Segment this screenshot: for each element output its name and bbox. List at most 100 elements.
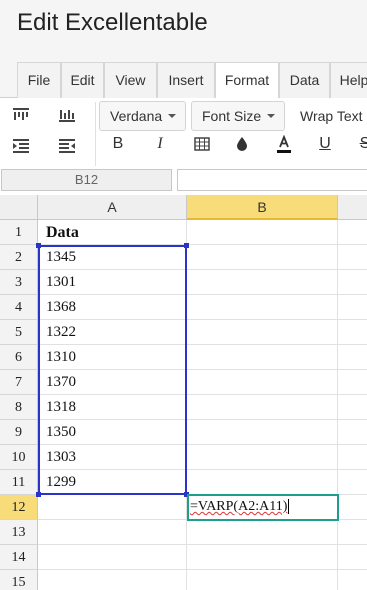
cell-c6[interactable] xyxy=(338,345,367,370)
font-size-dropdown[interactable]: Font Size xyxy=(191,101,285,131)
cell-a9[interactable]: 1350 xyxy=(38,420,187,445)
row-header[interactable]: 2 xyxy=(0,245,38,270)
range-handle-bottom-left[interactable] xyxy=(36,492,41,497)
row-header[interactable]: 9 xyxy=(0,420,38,445)
cell-c12[interactable] xyxy=(338,495,367,520)
cell-c2[interactable] xyxy=(338,245,367,270)
column-header-c[interactable] xyxy=(338,195,367,220)
row-header[interactable]: 7 xyxy=(0,370,38,395)
row-header[interactable]: 11 xyxy=(0,470,38,495)
tab-file[interactable]: File xyxy=(17,62,61,98)
tab-data[interactable]: Data xyxy=(279,62,330,98)
font-size-label: Font Size xyxy=(202,108,262,124)
formula-input[interactable] xyxy=(177,169,367,191)
cell-c1[interactable] xyxy=(338,220,367,245)
cell-a6[interactable]: 1310 xyxy=(38,345,187,370)
cell-b10[interactable] xyxy=(187,445,338,470)
cell-a14[interactable] xyxy=(38,545,187,570)
tab-view[interactable]: View xyxy=(104,62,157,98)
cell-b6[interactable] xyxy=(187,345,338,370)
row-header[interactable]: 10 xyxy=(0,445,38,470)
cell-a2[interactable]: 1345 xyxy=(38,245,187,270)
range-handle-top-right[interactable] xyxy=(184,243,189,248)
cell-b5[interactable] xyxy=(187,320,338,345)
cell-b1[interactable] xyxy=(187,220,338,245)
cell-b13[interactable] xyxy=(187,520,338,545)
cell-reference-box[interactable]: B12 xyxy=(1,169,172,191)
cell-b4[interactable] xyxy=(187,295,338,320)
row-header[interactable]: 6 xyxy=(0,345,38,370)
tab-insert[interactable]: Insert xyxy=(157,62,215,98)
cell-b7[interactable] xyxy=(187,370,338,395)
underline-button[interactable]: U xyxy=(313,132,337,156)
cell-b9[interactable] xyxy=(187,420,338,445)
cell-b2[interactable] xyxy=(187,245,338,270)
text-color-icon[interactable] xyxy=(270,130,298,158)
cell-a3[interactable]: 1301 xyxy=(38,270,187,295)
row-header[interactable]: 14 xyxy=(0,545,38,570)
cell-c13[interactable] xyxy=(338,520,367,545)
title-bar: Edit Excellentable xyxy=(0,0,367,60)
tab-edit[interactable]: Edit xyxy=(61,62,104,98)
cell-a4[interactable]: 1368 xyxy=(38,295,187,320)
cell-a15[interactable] xyxy=(38,570,187,590)
cell-b11[interactable] xyxy=(187,470,338,495)
formula-text: =VARP(A2:A11) xyxy=(190,499,288,514)
cell-c4[interactable] xyxy=(338,295,367,320)
cell-a12[interactable] xyxy=(38,495,187,520)
text-cursor xyxy=(288,499,290,515)
row-header[interactable]: 3 xyxy=(0,270,38,295)
row-header[interactable]: 15 xyxy=(0,570,38,590)
cell-c7[interactable] xyxy=(338,370,367,395)
tab-help[interactable]: Help xyxy=(330,62,367,98)
row-header[interactable]: 5 xyxy=(0,320,38,345)
cell-a10[interactable]: 1303 xyxy=(38,445,187,470)
column-header-b[interactable]: B xyxy=(187,195,338,220)
row-header[interactable]: 4 xyxy=(0,295,38,320)
cell-c8[interactable] xyxy=(338,395,367,420)
bold-button[interactable]: B xyxy=(106,132,130,156)
row-header-selected[interactable]: 12 xyxy=(0,495,38,520)
select-all-corner[interactable] xyxy=(0,195,38,220)
font-family-dropdown[interactable]: Verdana xyxy=(99,101,186,131)
row-header[interactable]: 8 xyxy=(0,395,38,420)
cell-c15[interactable] xyxy=(338,570,367,590)
menu-bar: File Edit View Insert Format Data Help xyxy=(0,60,367,99)
cell-b8[interactable] xyxy=(187,395,338,420)
align-top-icon[interactable] xyxy=(7,101,35,129)
indent-left-icon[interactable] xyxy=(7,132,35,160)
cell-b12-editor[interactable]: =VARP(A2:A11) xyxy=(187,494,339,521)
cell-a7[interactable]: 1370 xyxy=(38,370,187,395)
cell-b14[interactable] xyxy=(187,545,338,570)
chevron-down-icon xyxy=(168,114,177,119)
strikethrough-button[interactable]: S xyxy=(353,132,367,156)
cell-c10[interactable] xyxy=(338,445,367,470)
tab-format[interactable]: Format xyxy=(215,62,279,99)
cell-c11[interactable] xyxy=(338,470,367,495)
borders-icon[interactable] xyxy=(188,130,216,158)
row-header[interactable]: 1 xyxy=(0,220,38,245)
toolbar-separator xyxy=(95,102,96,166)
cell-b15[interactable] xyxy=(187,570,338,590)
cell-a5[interactable]: 1322 xyxy=(38,320,187,345)
spreadsheet-grid: A B 1 2 3 4 5 6 7 8 9 10 11 12 13 14 15 … xyxy=(0,195,367,590)
cell-c9[interactable] xyxy=(338,420,367,445)
cell-c3[interactable] xyxy=(338,270,367,295)
wrap-text-button[interactable]: Wrap Text xyxy=(300,101,363,131)
cell-c14[interactable] xyxy=(338,545,367,570)
row-header[interactable]: 13 xyxy=(0,520,38,545)
cell-a8[interactable]: 1318 xyxy=(38,395,187,420)
font-family-label: Verdana xyxy=(110,108,163,124)
range-handle-top-left[interactable] xyxy=(36,243,41,248)
align-bottom-icon[interactable] xyxy=(53,101,81,129)
cell-a11[interactable]: 1299 xyxy=(38,470,187,495)
formula-bar: B12 xyxy=(0,168,367,195)
column-header-a[interactable]: A xyxy=(38,195,187,220)
cell-a13[interactable] xyxy=(38,520,187,545)
cell-a1[interactable]: Data xyxy=(38,220,187,245)
indent-right-icon[interactable] xyxy=(53,132,81,160)
italic-button[interactable]: I xyxy=(148,132,172,156)
fill-color-icon[interactable] xyxy=(228,130,256,158)
cell-b3[interactable] xyxy=(187,270,338,295)
cell-c5[interactable] xyxy=(338,320,367,345)
